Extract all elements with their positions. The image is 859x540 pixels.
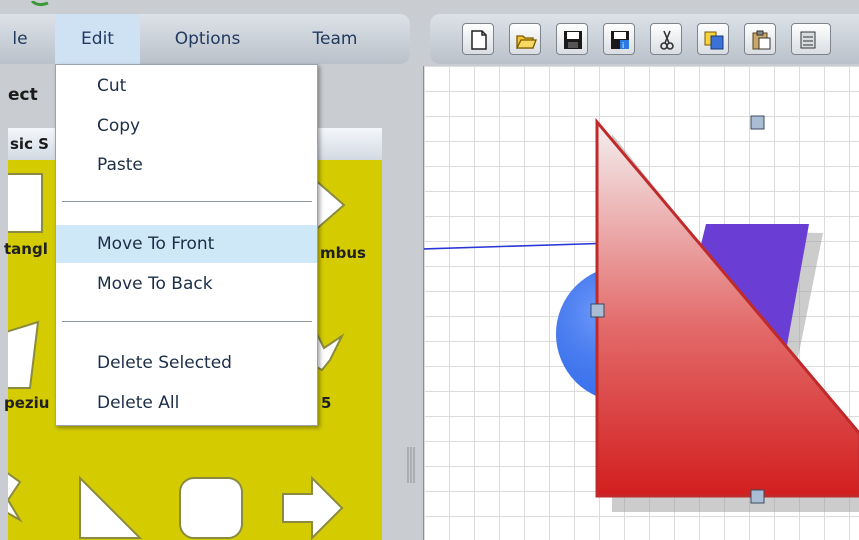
open-folder-icon [515, 35, 537, 49]
app-logo-fragment [18, 0, 58, 14]
save-icon [564, 31, 582, 49]
shapes-category-label: sic S [10, 135, 49, 153]
edit-menu-dropdown: Cut Copy Paste Move To Front Move To Bac… [55, 64, 318, 426]
save-button[interactable] [556, 23, 588, 55]
menu-item-delete-all[interactable]: Delete All [56, 384, 317, 422]
open-button[interactable] [509, 23, 541, 55]
more-tools-button[interactable] [791, 23, 831, 55]
shape-arrow[interactable] [282, 475, 344, 540]
shape-rectangle[interactable] [8, 173, 43, 233]
paste-icon [752, 30, 771, 50]
selection-handle-bottom[interactable] [750, 489, 765, 504]
svg-text:i: i [622, 41, 624, 50]
selection-handle-top[interactable] [750, 115, 765, 130]
menu-item-paste[interactable]: Paste [56, 146, 317, 184]
paste-button[interactable] [744, 23, 776, 55]
menu-edit[interactable]: Edit [55, 14, 140, 64]
new-file-button[interactable] [462, 23, 494, 55]
menu-bar: le Edit Options Team [0, 14, 410, 64]
selection-handle-left[interactable] [590, 303, 605, 318]
canvas-connector[interactable] [424, 242, 615, 253]
canvas-triangle[interactable] [595, 117, 859, 498]
cut-icon [660, 30, 674, 50]
menu-options[interactable]: Options [150, 14, 265, 64]
panel-splitter[interactable] [405, 445, 417, 485]
menu-item-move-to-front[interactable]: Move To Front [56, 225, 317, 263]
menu-item-cut[interactable]: Cut [56, 67, 317, 105]
menu-team[interactable]: Team [285, 14, 385, 64]
copy-icon [704, 31, 724, 50]
shape-label-star-5: 5 [321, 394, 332, 412]
toolbar: i [430, 14, 859, 64]
shape-rounded-rectangle[interactable] [179, 477, 243, 539]
menu-item-delete-selected[interactable]: Delete Selected [56, 344, 317, 382]
copy-button[interactable] [697, 23, 729, 55]
menu-item-copy[interactable]: Copy [56, 107, 317, 145]
save-as-icon: i [611, 31, 629, 50]
shape-label-rectangle: tangl [4, 240, 48, 258]
shape-trapezoid[interactable] [8, 320, 40, 389]
new-file-icon [471, 30, 487, 50]
shape-star[interactable] [8, 472, 23, 523]
shape-label-trapezoid: peziu [4, 394, 50, 412]
cut-button[interactable] [650, 23, 682, 55]
menu-separator [62, 201, 312, 203]
shape-right-triangle[interactable] [79, 475, 143, 539]
menu-file[interactable]: le [0, 14, 40, 64]
tool-icon [800, 31, 816, 49]
shape-label-rhombus: mbus [320, 244, 366, 262]
save-as-button[interactable]: i [603, 23, 635, 55]
menu-item-move-to-back[interactable]: Move To Back [56, 265, 317, 303]
drawing-canvas[interactable] [423, 66, 859, 540]
menu-separator [62, 321, 312, 323]
